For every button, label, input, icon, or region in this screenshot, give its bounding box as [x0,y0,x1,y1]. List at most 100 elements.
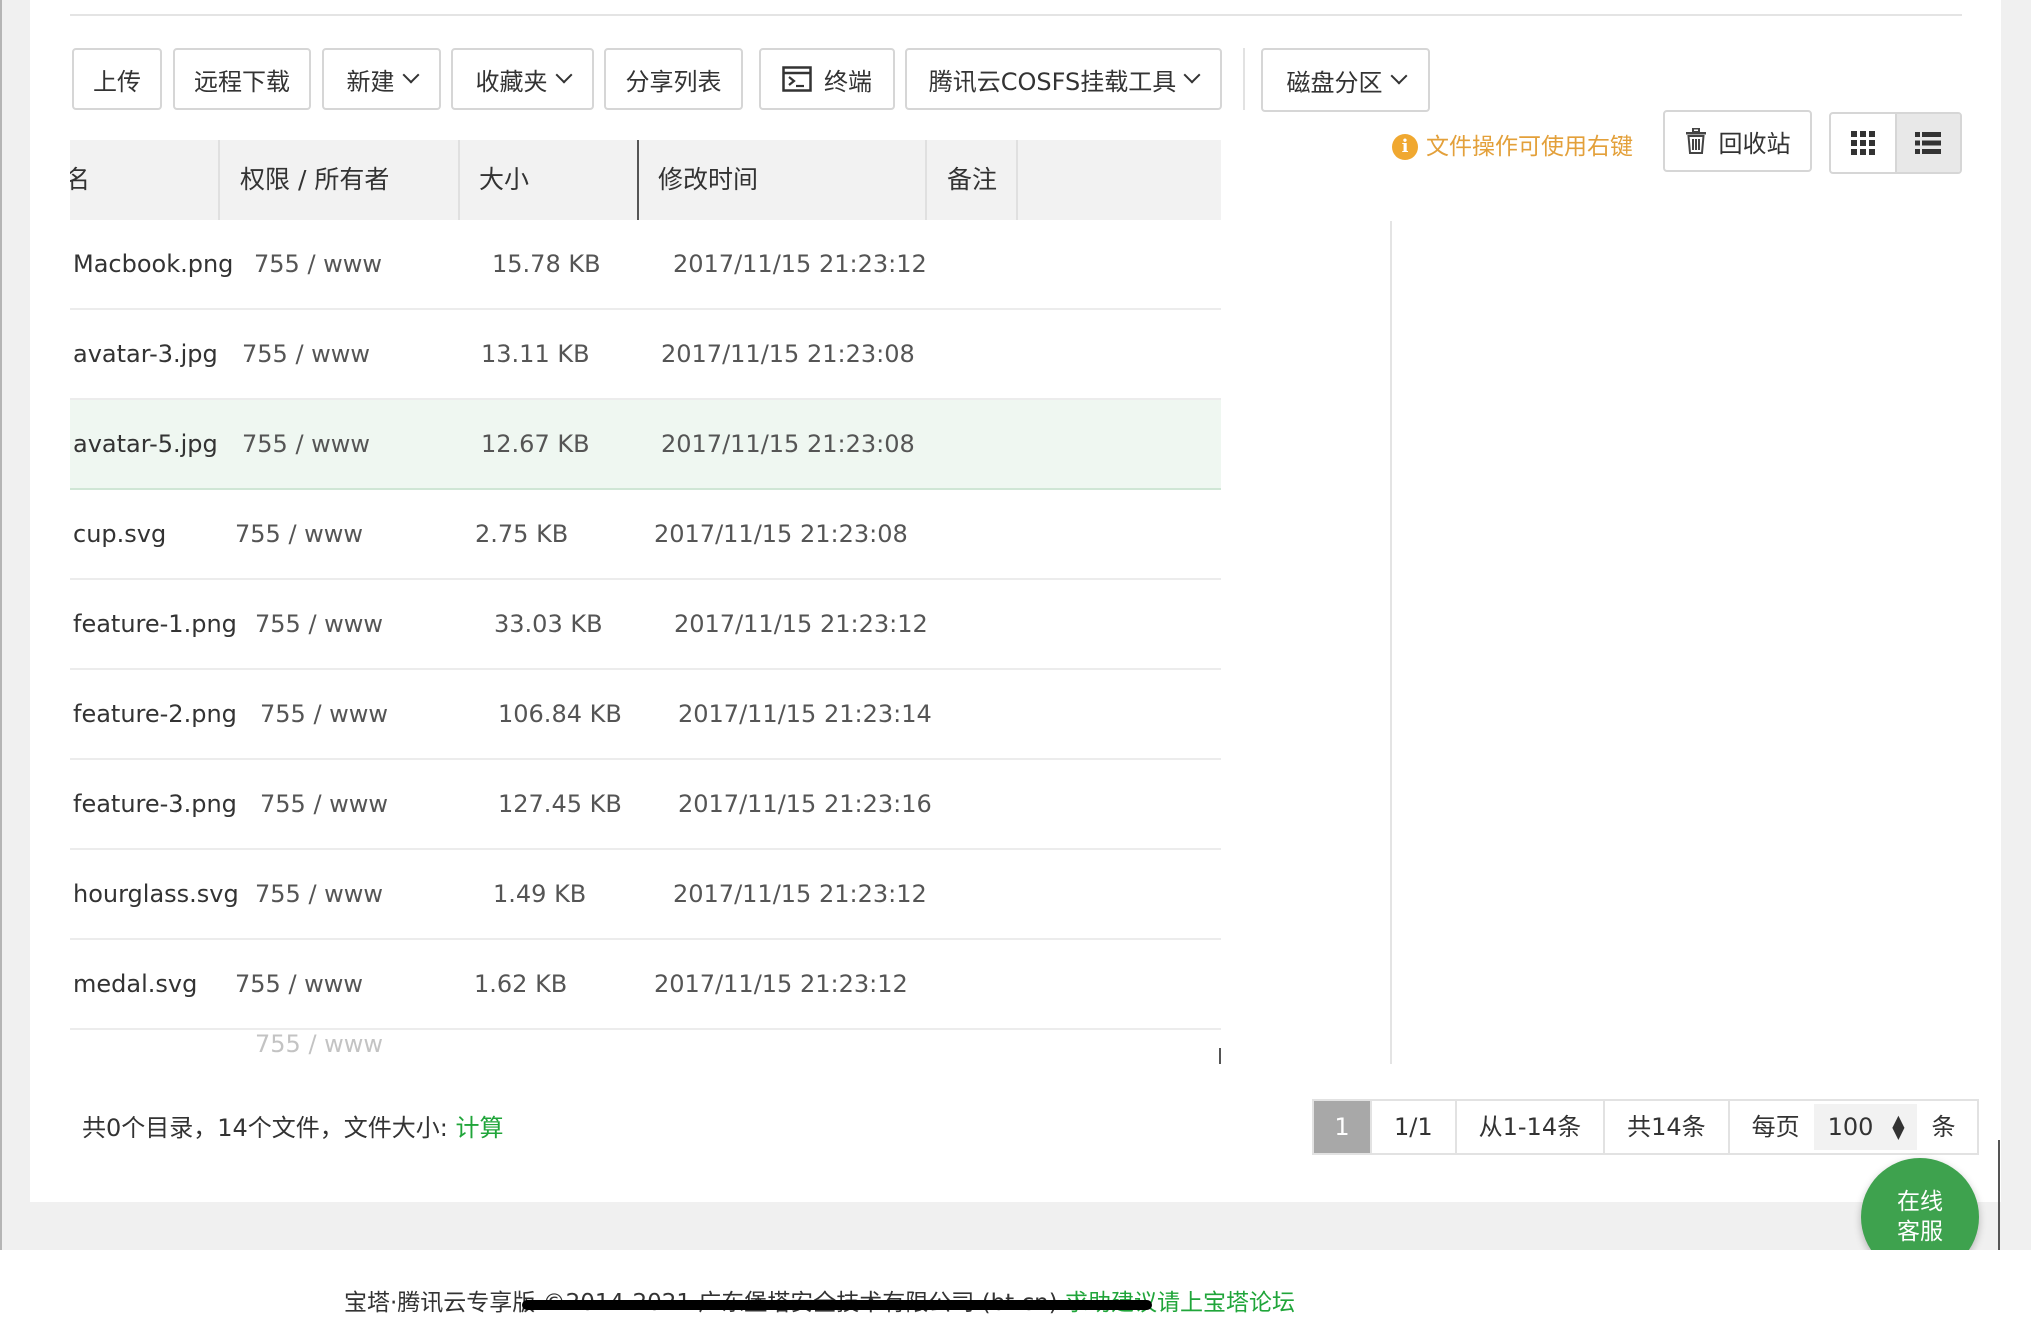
perm-value[interactable]: 755 [242,430,288,458]
new-dropdown-button[interactable]: 新建 [322,48,441,110]
perm-value[interactable]: 755 [242,340,288,368]
owner-value[interactable]: www [311,430,370,458]
table-row[interactable]: feature-3.png 755 / www 127.45 KB 2017/1… [70,760,1221,850]
per-page-unit: 条 [1931,1113,1956,1141]
file-size: 1.62 KB [474,970,568,998]
owner-value[interactable]: www [324,1030,383,1058]
file-perm: 755 / www [255,610,384,638]
file-name[interactable]: hourglass.svg [73,850,239,938]
per-page-label: 每页 [1751,1113,1800,1141]
owner-value[interactable]: www [311,340,370,368]
file-name[interactable]: medal.svg [73,940,197,1028]
table-row[interactable]: Macbook.png 755 / www 15.78 KB 2017/11/1… [70,220,1221,310]
grid-icon [1850,131,1875,155]
chat-label-line1: 在线 [1897,1189,1943,1215]
owner-value[interactable]: www [324,610,383,638]
file-name[interactable]: feature-3.png [73,760,237,848]
tip-text: 文件操作可使用右键 [1426,134,1633,160]
owner-value[interactable]: www [304,970,363,998]
perm-value[interactable]: 755 [260,790,306,818]
info-icon: i [1392,134,1418,160]
recycle-bin-button[interactable]: 回收站 [1663,110,1812,172]
file-perm: 755 / www [254,250,383,278]
left-edge [0,0,2,1250]
column-note-header[interactable]: 备注 [947,140,997,220]
table-row[interactable]: feature-1.png 755 / www 33.03 KB 2017/11… [70,580,1221,670]
column-perm-label: 权限 / 所有者 [240,165,390,194]
chevron-down-icon [555,66,572,84]
file-mtime: 2017/11/15 21:23:12 [673,880,927,908]
favorites-dropdown-button[interactable]: 收藏夹 [451,48,594,110]
table-row[interactable]: feature-2.png 755 / www 106.84 KB 2017/1… [70,670,1221,760]
file-perm: 755 / www [242,430,371,458]
file-size: 13.11 KB [481,340,590,368]
recycle-bin-label: 回收站 [1718,129,1791,158]
column-mtime-header[interactable]: 修改时间 [658,140,758,220]
file-mtime: 2017/11/15 21:23:14 [678,700,932,728]
file-mtime: 2017/11/15 21:23:12 [674,610,928,638]
file-mtime: 2017/11/15 21:23:08 [661,430,915,458]
file-name[interactable]: avatar-3.jpg [73,310,218,398]
upload-button[interactable]: 上传 [72,48,162,110]
file-name[interactable]: cup.svg [73,490,166,578]
file-table: 名 权限 / 所有者 大小 修改时间 备注 Macbook.png 755 / … [70,140,1221,1064]
file-name[interactable]: feature-1.png [73,580,237,668]
owner-value[interactable]: www [324,880,383,908]
table-row[interactable]: cup.svg 755 / www 2.75 KB 2017/11/15 21:… [70,490,1221,580]
per-page-control: 每页 100 ▲ ▼ 条 [1730,1101,1978,1153]
grid-view-button[interactable] [1831,114,1895,172]
terminal-label: 终端 [824,67,872,96]
column-resizer[interactable] [458,140,460,220]
cosfs-label: 腾讯云COSFS挂载工具 [928,67,1177,96]
summary-text: 共0个目录，14个文件，文件大小: [82,1114,448,1142]
file-perm: 755 / www [260,790,389,818]
home-indicator [522,1300,1152,1310]
top-divider [70,14,1962,16]
context-menu-tip: i 文件操作可使用右键 [1392,130,1633,164]
owner-value[interactable]: www [329,790,388,818]
page-current[interactable]: 1 [1314,1101,1372,1153]
perm-value[interactable]: 755 [255,1030,301,1058]
perm-value[interactable]: 755 [235,970,281,998]
remote-download-label: 远程下载 [194,67,290,96]
perm-value[interactable]: 755 [260,700,306,728]
share-list-button[interactable]: 分享列表 [604,48,743,110]
column-size-header[interactable]: 大小 [479,140,529,220]
file-name[interactable]: Macbook.png [73,220,233,308]
perm-value[interactable]: 755 [254,250,300,278]
owner-value[interactable]: www [304,520,363,548]
view-toggle-group [1829,112,1962,174]
table-row-selected[interactable]: avatar-5.jpg 755 / www 12.67 KB 2017/11/… [70,400,1221,490]
owner-value[interactable]: www [329,700,388,728]
calculate-size-link[interactable]: 计算 [456,1114,504,1142]
table-row[interactable]: hourglass.svg 755 / www 1.49 KB 2017/11/… [70,850,1221,940]
perm-value[interactable]: 755 [255,880,301,908]
table-row-partial[interactable]: 755 / www [70,1030,1221,1064]
column-resizer[interactable] [637,140,639,220]
column-mtime-label: 修改时间 [658,165,759,194]
file-perm: 755 / www [260,700,389,728]
column-name-label: 名 [70,165,90,194]
table-header: 名 权限 / 所有者 大小 修改时间 备注 [70,140,1221,220]
perm-value[interactable]: 755 [235,520,281,548]
column-resizer[interactable] [1016,140,1018,220]
table-row[interactable]: avatar-3.jpg 755 / www 13.11 KB 2017/11/… [70,310,1221,400]
column-resizer[interactable] [218,140,220,220]
per-page-select[interactable]: 100 ▲ ▼ [1813,1104,1918,1150]
terminal-button[interactable]: 终端 [759,48,895,110]
disk-partition-dropdown-button[interactable]: 磁盘分区 [1261,48,1430,112]
toolbar-separator [1243,48,1245,110]
remote-download-button[interactable]: 远程下载 [173,48,311,110]
cosfs-tool-dropdown-button[interactable]: 腾讯云COSFS挂载工具 [905,48,1222,110]
owner-value[interactable]: www [323,250,382,278]
column-resizer[interactable] [925,140,927,220]
column-perm-header[interactable]: 权限 / 所有者 [240,140,389,220]
column-name-header[interactable]: 名 [70,140,90,220]
chevron-down-icon [1390,67,1407,85]
table-row[interactable]: medal.svg 755 / www 1.62 KB 2017/11/15 2… [70,940,1221,1030]
file-name[interactable]: feature-2.png [73,670,237,758]
file-name[interactable]: avatar-5.jpg [73,400,218,488]
list-view-button[interactable] [1894,114,1960,172]
perm-value[interactable]: 755 [255,610,301,638]
file-perm: 755 / www [242,340,371,368]
